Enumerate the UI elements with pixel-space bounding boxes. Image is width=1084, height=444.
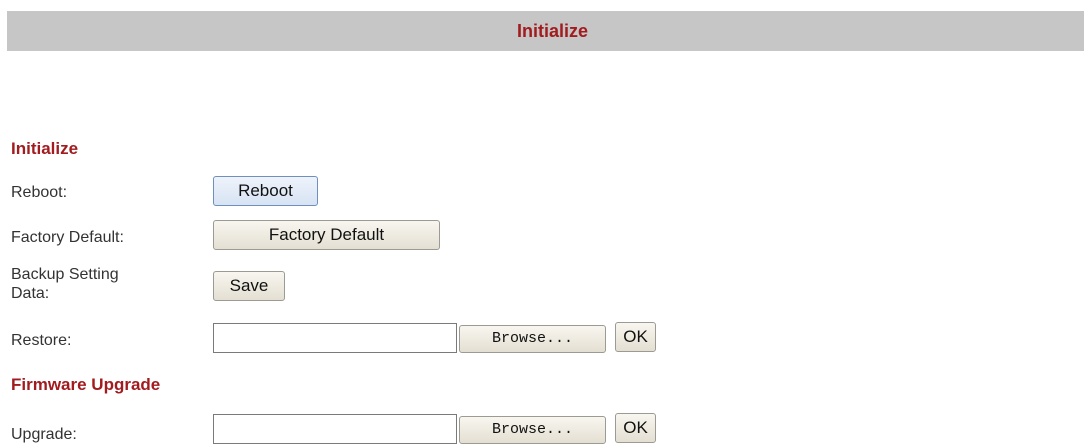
upgrade-browse-button[interactable]: Browse... [459,416,606,444]
factory-default-button[interactable]: Factory Default [213,220,440,250]
backup-label-line1: Backup Setting [11,266,119,283]
backup-setting-data-label: Backup Setting Data: [11,265,119,303]
save-button[interactable]: Save [213,271,285,301]
upgrade-label: Upgrade: [11,426,77,443]
restore-file-input[interactable] [213,323,457,353]
restore-label: Restore: [11,332,72,349]
restore-browse-button[interactable]: Browse... [459,325,606,353]
section-title-firmware-upgrade: Firmware Upgrade [11,375,161,394]
section-title-initialize: Initialize [11,139,79,158]
backup-label-line2: Data: [11,285,50,302]
upgrade-file-input[interactable] [213,414,457,444]
factory-default-label: Factory Default: [11,229,124,246]
restore-ok-button[interactable]: OK [615,322,656,352]
page-title: Initialize [516,20,588,41]
upgrade-ok-button[interactable]: OK [615,413,656,443]
reboot-label: Reboot: [11,184,68,201]
title-bar: Initialize [7,11,1084,51]
reboot-button[interactable]: Reboot [213,176,318,206]
